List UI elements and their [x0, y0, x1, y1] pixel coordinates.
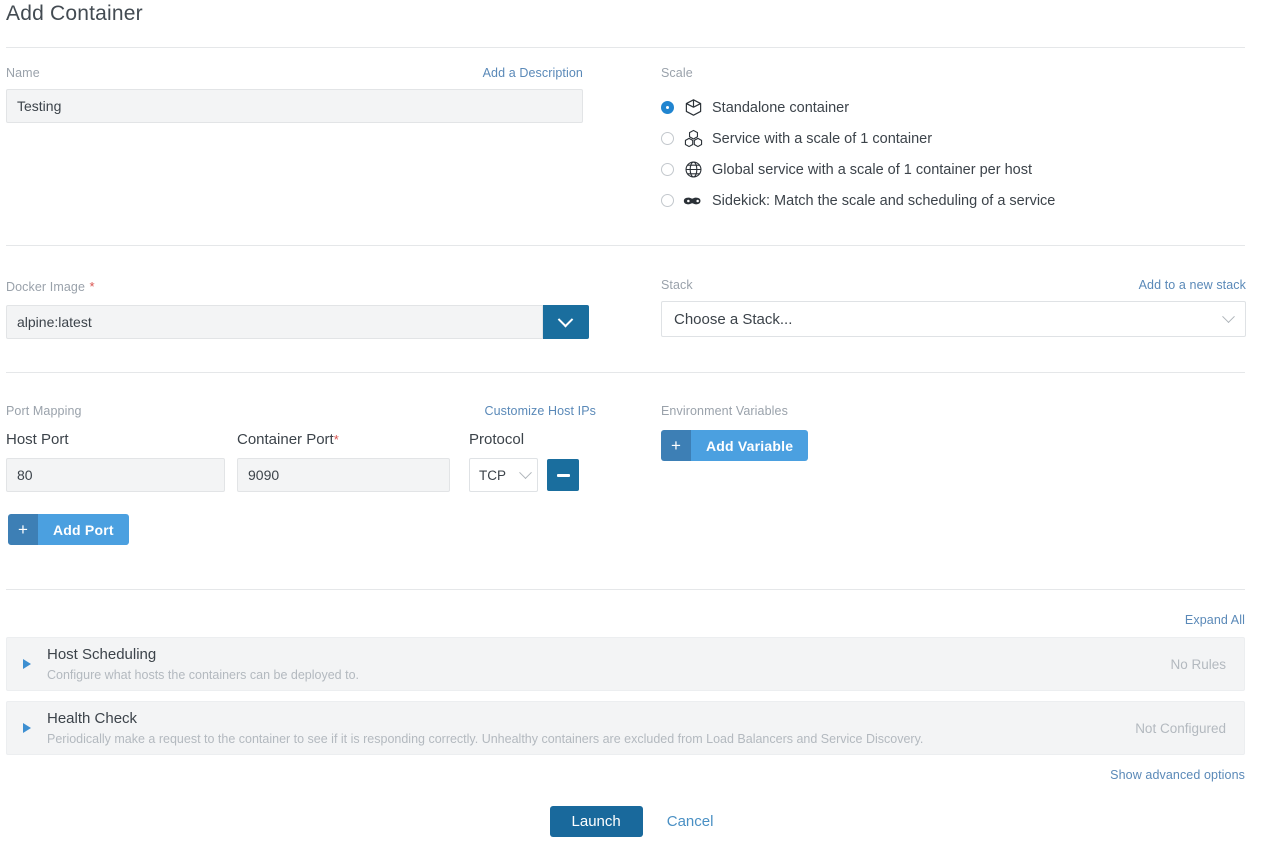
chevron-down-icon	[558, 311, 574, 327]
scale-option-standalone[interactable]: Standalone container	[661, 92, 1246, 123]
protocol-select[interactable]: TCP	[469, 458, 538, 492]
stack-section: Stack Add to a new stack Choose a Stack.…	[661, 278, 1246, 337]
scale-label: Scale	[661, 66, 1246, 80]
container-port-header-wrap: Container Port*	[237, 431, 469, 449]
container-port-header: Container Port	[237, 431, 334, 448]
plus-icon: +	[8, 514, 38, 545]
scale-option-sidekick[interactable]: Sidekick: Match the scale and scheduling…	[661, 185, 1246, 216]
chevron-right-icon	[23, 723, 31, 733]
accordion-status: Not Configured	[1135, 721, 1226, 736]
add-description-link[interactable]: Add a Description	[483, 66, 583, 80]
scale-option-label: Global service with a scale of 1 contain…	[712, 162, 1032, 178]
docker-image-dropdown-button[interactable]	[543, 305, 589, 339]
accordion-body: Host Scheduling Configure what hosts the…	[47, 646, 1152, 682]
protocol-header: Protocol	[469, 431, 589, 449]
radio-sidekick[interactable]	[661, 194, 674, 207]
accordion-title: Health Check	[47, 710, 1117, 727]
footer-actions: Launch Cancel	[0, 806, 1263, 837]
scale-option-label: Service with a scale of 1 container	[712, 131, 932, 147]
page-title: Add Container	[6, 2, 143, 26]
add-port-label: Add Port	[38, 514, 129, 545]
scale-section: Scale Standalone container	[661, 66, 1246, 216]
accordion-status: No Rules	[1170, 657, 1226, 672]
port-mapping-section: Port Mapping Customize Host IPs Host Por…	[6, 404, 596, 492]
docker-image-input[interactable]	[6, 305, 543, 339]
add-variable-button[interactable]: + Add Variable	[661, 430, 808, 461]
add-port-button[interactable]: + Add Port	[8, 514, 129, 545]
port-mapping-row: TCP	[6, 458, 596, 492]
docker-image-section: Docker Image *	[6, 278, 589, 339]
docker-image-label: Docker Image	[6, 280, 85, 294]
environment-variables-label: Environment Variables	[661, 404, 808, 418]
show-advanced-options-link[interactable]: Show advanced options	[1110, 768, 1245, 782]
add-container-page: Add Container Name Add a Description Sca…	[0, 0, 1263, 842]
accordion-title: Host Scheduling	[47, 646, 1152, 663]
docker-image-required: *	[89, 279, 94, 294]
container-port-input[interactable]	[237, 458, 450, 492]
accordion-health-check[interactable]: Health Check Periodically make a request…	[6, 701, 1245, 755]
name-label: Name	[6, 66, 40, 80]
scale-option-global[interactable]: Global service with a scale of 1 contain…	[661, 154, 1246, 185]
name-input[interactable]	[6, 89, 583, 123]
container-port-required: *	[334, 432, 339, 447]
divider-docker	[6, 372, 1245, 373]
chevron-right-icon	[23, 659, 31, 669]
host-port-input[interactable]	[6, 458, 225, 492]
sidekick-mask-icon	[683, 191, 703, 211]
accordion-host-scheduling[interactable]: Host Scheduling Configure what hosts the…	[6, 637, 1245, 691]
chevron-down-icon	[519, 466, 532, 479]
host-port-header: Host Port	[6, 431, 237, 449]
stack-selected-value: Choose a Stack...	[674, 311, 792, 328]
cancel-button[interactable]: Cancel	[667, 813, 714, 830]
add-port-button-wrap: + Add Port	[8, 514, 129, 545]
cube-cluster-icon	[683, 129, 703, 149]
accordion-description: Configure what hosts the containers can …	[47, 668, 1152, 682]
launch-button[interactable]: Launch	[550, 806, 643, 837]
minus-icon	[557, 474, 570, 477]
add-to-new-stack-link[interactable]: Add to a new stack	[1139, 278, 1246, 292]
port-mapping-label: Port Mapping	[6, 404, 82, 418]
scale-option-service[interactable]: Service with a scale of 1 container	[661, 123, 1246, 154]
expand-all-link[interactable]: Expand All	[1185, 613, 1245, 627]
chevron-down-icon	[1222, 310, 1235, 323]
divider-scale	[6, 245, 1245, 246]
stack-label: Stack	[661, 278, 693, 292]
radio-global[interactable]	[661, 163, 674, 176]
accordion-body: Health Check Periodically make a request…	[47, 710, 1117, 746]
divider-header	[6, 47, 1245, 48]
protocol-value: TCP	[479, 468, 506, 483]
scale-option-label: Standalone container	[712, 100, 849, 116]
divider-ports	[6, 589, 1245, 590]
scale-radio-group: Standalone container Service with a scal…	[661, 92, 1246, 216]
add-variable-label: Add Variable	[691, 430, 808, 461]
cube-icon	[683, 98, 703, 118]
name-section: Name Add a Description	[6, 66, 583, 123]
scale-option-label: Sidekick: Match the scale and scheduling…	[712, 193, 1055, 209]
environment-variables-section: Environment Variables + Add Variable	[661, 404, 808, 461]
accordion-description: Periodically make a request to the conta…	[47, 732, 1117, 746]
globe-icon	[683, 160, 703, 180]
stack-select[interactable]: Choose a Stack...	[661, 301, 1246, 337]
radio-service[interactable]	[661, 132, 674, 145]
radio-standalone[interactable]	[661, 101, 674, 114]
plus-icon: +	[661, 430, 691, 461]
customize-host-ips-link[interactable]: Customize Host IPs	[484, 404, 596, 418]
remove-port-button[interactable]	[547, 459, 579, 491]
